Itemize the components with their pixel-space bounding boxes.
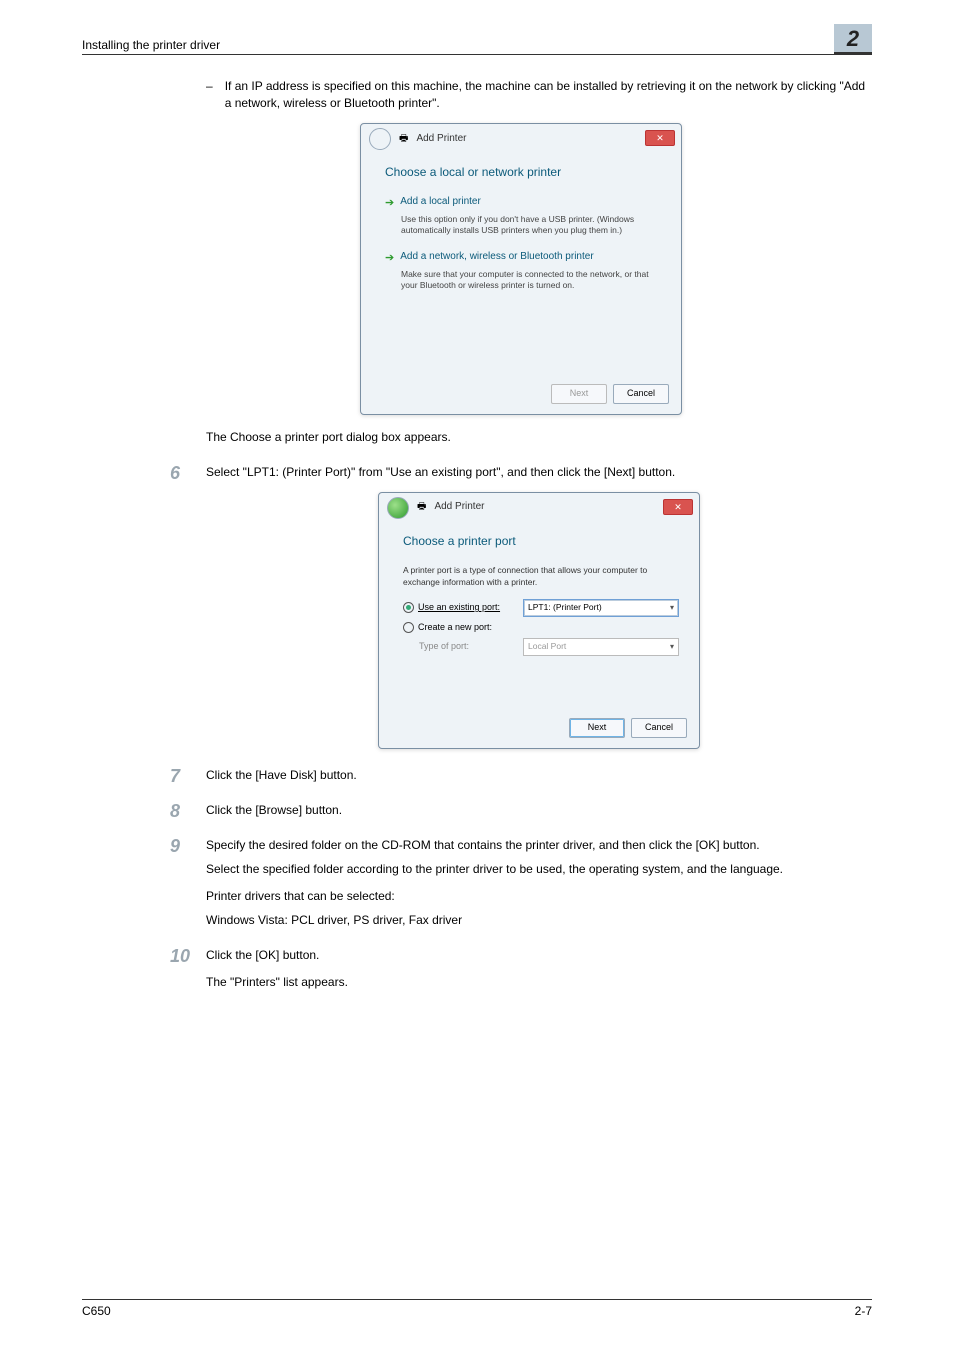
radio-create[interactable] (403, 622, 414, 633)
option-title: Add a local printer (400, 195, 481, 210)
option-network-printer[interactable]: ➔ Add a network, wireless or Bluetooth p… (385, 250, 661, 291)
type-of-port-row: Type of port: Local Port ▾ (419, 638, 679, 656)
chevron-down-icon: ▾ (670, 641, 674, 653)
footer-model: C650 (82, 1304, 111, 1318)
close-icon[interactable]: ✕ (663, 499, 693, 515)
chevron-down-icon: ▾ (670, 602, 674, 614)
step-number-9: 9 (170, 833, 180, 859)
step-10-text-b: The "Printers" list appears. (206, 974, 872, 991)
dialog-title: Add Printer (434, 500, 484, 515)
step-number-10: 10 (170, 943, 190, 969)
option-desc: Use this option only if you don't have a… (401, 214, 661, 236)
dialog-title: Add Printer (416, 132, 466, 147)
step-8-text: Click the [Browse] button. (206, 802, 872, 819)
step-9-text-d: Windows Vista: PCL driver, PS driver, Fa… (206, 912, 872, 929)
existing-port-value: LPT1: (Printer Port) (528, 601, 602, 613)
option-desc: Make sure that your computer is connecte… (401, 269, 661, 291)
close-icon[interactable]: ✕ (645, 130, 675, 146)
step-number-7: 7 (170, 763, 180, 789)
cancel-button[interactable]: Cancel (631, 718, 687, 738)
existing-port-select[interactable]: LPT1: (Printer Port) ▾ (523, 599, 679, 617)
page-content: – If an IP address is specified on this … (170, 78, 872, 998)
step-number-6: 6 (170, 460, 180, 486)
use-existing-port-row[interactable]: Use an existing port: LPT1: (Printer Por… (403, 599, 679, 617)
step-9-text-c: Printer drivers that can be selected: (206, 888, 872, 905)
create-label: Create a new port: (418, 621, 492, 634)
back-icon[interactable] (369, 128, 391, 150)
back-icon[interactable] (387, 497, 409, 519)
chapter-badge: 2 (834, 24, 872, 54)
type-of-port-select: Local Port ▾ (523, 638, 679, 656)
type-of-port-label: Type of port: (419, 640, 513, 653)
option-local-printer[interactable]: ➔ Add a local printer Use this option on… (385, 195, 661, 236)
printer-icon: 🖶 (417, 500, 426, 515)
dialog-heading: Choose a printer port (403, 533, 679, 550)
printer-icon: 🖶 (399, 132, 408, 147)
next-button: Next (551, 384, 607, 404)
arrow-icon: ➔ (385, 196, 394, 212)
dialog-desc: A printer port is a type of connection t… (403, 564, 679, 589)
step-10-text-a: Click the [OK] button. (206, 947, 872, 964)
footer-page: 2-7 (855, 1304, 872, 1318)
step-number-8: 8 (170, 798, 180, 824)
dialog-heading: Choose a local or network printer (385, 164, 661, 181)
step-9-text-a: Specify the desired folder on the CD-ROM… (206, 837, 872, 854)
running-head: Installing the printer driver (82, 38, 220, 52)
add-printer-dialog-1: ✕ 🖶 Add Printer Choose a local or networ… (360, 123, 682, 415)
intro-text: If an IP address is specified on this ma… (225, 78, 872, 113)
caption: The Choose a printer port dialog box app… (206, 429, 872, 446)
cancel-button[interactable]: Cancel (613, 384, 669, 404)
step-7-text: Click the [Have Disk] button. (206, 767, 872, 784)
option-title: Add a network, wireless or Bluetooth pri… (400, 250, 593, 265)
use-existing-label: Use an existing port: (418, 601, 500, 614)
arrow-icon: ➔ (385, 251, 394, 267)
next-button[interactable]: Next (569, 718, 625, 738)
add-printer-dialog-2: ✕ 🖶 Add Printer Choose a printer port A … (378, 492, 700, 749)
radio-existing[interactable] (403, 602, 414, 613)
step-9-text-b: Select the specified folder according to… (206, 861, 872, 878)
type-of-port-value: Local Port (528, 640, 566, 652)
create-new-port-row[interactable]: Create a new port: (403, 621, 679, 634)
step-6-text: Select "LPT1: (Printer Port)" from "Use … (206, 464, 872, 481)
bullet-dash: – (206, 78, 213, 113)
